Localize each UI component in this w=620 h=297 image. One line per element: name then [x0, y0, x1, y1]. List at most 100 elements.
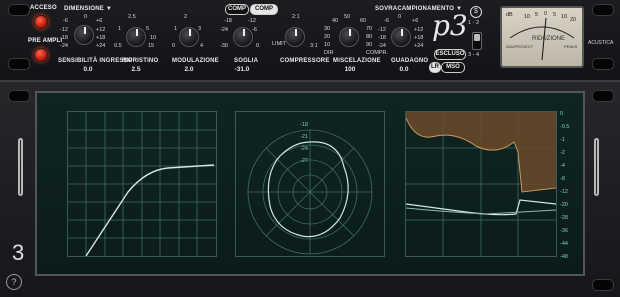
tick: -18 [224, 18, 232, 24]
scale-tick: -0.5 [560, 124, 570, 130]
gain-reduction-meter: dB 10 5 0 5 10 20 RIDUZIONE ADDPROJECT P… [500, 6, 584, 68]
tick: -18 [378, 35, 386, 41]
tick: -12 [248, 18, 256, 24]
transfer-curve-panel [67, 111, 217, 257]
channel-switch-bottom-label: 3 - 4 [468, 52, 480, 58]
tick: +12 [414, 27, 424, 33]
bypass-button[interactable]: ESCLUSO [434, 49, 466, 60]
rack-screw-slot [8, 90, 30, 102]
release-knob[interactable] [126, 27, 146, 47]
tick: 0 [172, 43, 176, 49]
tick: 50 [344, 14, 351, 20]
tick: 70 [366, 26, 373, 32]
tick: 15 [148, 43, 155, 49]
tick: -6 [252, 27, 257, 33]
meter-tick: 5 [535, 12, 539, 18]
help-icon[interactable]: ? [6, 274, 22, 290]
scale-tick: -36 [560, 228, 568, 234]
meter-tick: 10 [524, 14, 531, 20]
tick: -24 [378, 43, 386, 49]
tick: 3:1 [310, 43, 318, 49]
toggle-lever [474, 34, 480, 41]
channel-toggle-switch[interactable] [472, 32, 482, 50]
modulation-label: MODULAZIONE [172, 58, 219, 64]
scale-tick: -48 [560, 254, 568, 260]
preamp-label: PRE AMPLI [28, 38, 63, 44]
meter-tick: 0 [544, 11, 548, 17]
meter-tick: 20 [570, 17, 577, 23]
ms-mode-button[interactable]: MSO [441, 62, 465, 73]
scale-tick: -12 [560, 189, 568, 195]
reduction-history-panel [405, 111, 557, 257]
mix-knob[interactable] [339, 27, 359, 47]
tick: -18 [60, 35, 68, 41]
polar-tick: -18 [300, 122, 308, 128]
polar-tick: -21 [300, 134, 308, 140]
sidechain-icon[interactable]: $ [470, 6, 482, 18]
gain-label: GUADAGNO [391, 58, 429, 64]
link-lr-button[interactable]: LR [429, 62, 441, 73]
tick: -6 [384, 18, 389, 24]
tick: +18 [96, 35, 106, 41]
tick: +18 [414, 35, 424, 41]
tick: -12 [378, 27, 386, 33]
rack-handle-right [594, 138, 599, 196]
tick: 0 [84, 14, 88, 20]
tick: 60 [360, 18, 367, 24]
analyzer-screen: -18 -21 -24 -27 0 -0.5 -1 -2 -4 -8 -12 - [35, 91, 585, 276]
gain-knob[interactable] [391, 27, 411, 47]
comp-mode-button[interactable]: COMP [225, 4, 249, 15]
meter-tick: 10 [561, 14, 568, 20]
compressor-label: COMPRESSORE [280, 58, 330, 64]
input-sensitivity-knob[interactable] [74, 25, 94, 45]
modulation-value: 2.0 [184, 66, 194, 73]
tick: LIMIT [272, 41, 287, 47]
tick: +6 [96, 18, 103, 24]
tick: 80 [366, 34, 373, 40]
tick: 0.5 [114, 43, 122, 49]
tick: 20 [324, 34, 331, 40]
gain-value: 0.0 [399, 66, 409, 73]
scale-tick: -44 [560, 241, 568, 247]
meter-unit: dB [506, 12, 513, 18]
tick: 4 [200, 43, 204, 49]
product-logo: p3 [432, 9, 468, 42]
tick: 0 [398, 14, 402, 20]
tick: DIR [324, 50, 334, 56]
tick: -24 [220, 27, 228, 33]
tick: 40 [332, 18, 339, 24]
channel-switch-top-label: 1 - 2 [468, 20, 480, 26]
scale-tick: -4 [560, 163, 565, 169]
tick: -30 [220, 43, 228, 49]
preamp-led[interactable] [34, 48, 48, 62]
transfer-curve-graph [68, 112, 216, 257]
meter-right-caption: PEAKS [564, 44, 578, 49]
dimension-label[interactable]: DIMENSIONE ▼ [64, 6, 112, 12]
release-label: RIPRISTINO [122, 58, 159, 64]
compressor-ratio-knob[interactable] [285, 27, 305, 47]
tick: 1 [174, 26, 178, 32]
tick: +24 [96, 43, 106, 49]
mix-value: 100 [344, 66, 356, 73]
scale-tick: -20 [560, 202, 568, 208]
rack-screw-slot [592, 58, 614, 70]
tick: 2 [184, 14, 188, 20]
polar-graph [247, 129, 373, 255]
power-led[interactable] [34, 15, 48, 29]
threshold-knob[interactable] [233, 27, 253, 47]
tick: 10 [150, 35, 157, 41]
brand-label: ACUSTICA [588, 40, 614, 46]
comp-alt-mode-button[interactable]: COMP [250, 4, 278, 15]
rack-screw-slot [592, 279, 614, 291]
tick: 2.5 [128, 14, 136, 20]
tick: 0 [256, 43, 260, 49]
tick: 1 [118, 26, 122, 32]
modulation-knob[interactable] [179, 27, 199, 47]
tick: 2:1 [292, 14, 300, 20]
release-value: 2.5 [131, 66, 141, 73]
meter-tick: 5 [553, 12, 557, 18]
tick: 90 [366, 42, 373, 48]
mix-label: MISCELAZIONE [333, 58, 381, 64]
rack-handle-left [18, 138, 23, 196]
threshold-value: -31.0 [234, 66, 250, 73]
